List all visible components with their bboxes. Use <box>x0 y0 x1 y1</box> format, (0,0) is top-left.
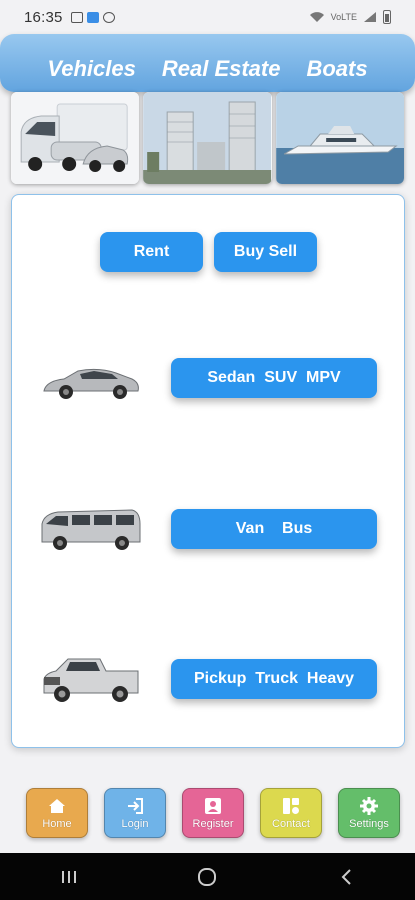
sedan-image <box>43 368 139 399</box>
app-notification-icon <box>86 11 99 23</box>
buildings-image[interactable] <box>143 92 272 184</box>
recents-button[interactable] <box>49 862 89 892</box>
tab-vehicles[interactable]: Vehicles <box>47 56 135 82</box>
system-nav-bar <box>0 853 415 900</box>
category-header: Vehicles Real Estate Boats <box>0 34 415 92</box>
tab-real-estate[interactable]: Real Estate <box>162 56 281 82</box>
nav-contact-button[interactable]: Contact <box>260 788 322 838</box>
signal-icon <box>364 12 376 22</box>
login-icon <box>128 798 143 814</box>
nav-login-button[interactable]: Login <box>104 788 166 838</box>
volte-label: VoLTE <box>330 12 357 22</box>
back-button[interactable] <box>326 862 366 892</box>
pickup-truck-heavy-button[interactable]: Pickup Truck Heavy <box>171 659 377 699</box>
vehicle-options-card: Rent Buy Sell Sedan SUV MPV Van Bus Pick… <box>11 194 405 748</box>
home-icon <box>49 799 65 813</box>
nav-contact-label: Contact <box>272 818 310 830</box>
status-bar: 16:35 VoLTE <box>0 0 415 34</box>
nav-register-label: Register <box>192 818 234 830</box>
system-icons: VoLTE <box>309 10 391 24</box>
gallery-icon <box>70 11 83 23</box>
pickup-image <box>43 658 139 702</box>
nav-login-label: Login <box>121 818 149 830</box>
nav-settings-label: Settings <box>349 818 389 830</box>
nav-settings-button[interactable]: Settings <box>338 788 400 838</box>
van-image <box>41 509 141 550</box>
status-time: 16:35 <box>24 8 63 26</box>
yacht-image[interactable] <box>275 92 404 184</box>
bottom-nav: Home Login Register Contact Settings <box>0 784 415 844</box>
nav-home-label: Home <box>42 818 72 830</box>
category-image-strip <box>11 92 404 184</box>
rent-button[interactable]: Rent <box>100 232 203 272</box>
recents-icon <box>62 870 77 883</box>
nav-register-button[interactable]: Register <box>182 788 244 838</box>
tab-boats[interactable]: Boats <box>306 56 367 82</box>
contact-icon <box>283 798 299 814</box>
home-circle-icon <box>198 867 217 886</box>
buy-sell-button[interactable]: Buy Sell <box>214 232 317 272</box>
notification-icons <box>70 11 115 23</box>
trucks-image[interactable] <box>11 92 140 184</box>
van-bus-button[interactable]: Van Bus <box>171 509 377 549</box>
home-system-button[interactable] <box>187 862 227 892</box>
gear-icon <box>360 797 378 815</box>
battery-icon <box>383 10 391 24</box>
register-icon <box>205 798 221 814</box>
sedan-suv-mpv-button[interactable]: Sedan SUV MPV <box>171 358 377 398</box>
nav-home-button[interactable]: Home <box>26 788 88 838</box>
timer-icon <box>102 11 115 23</box>
wifi-icon <box>309 12 324 22</box>
back-icon <box>341 868 351 885</box>
